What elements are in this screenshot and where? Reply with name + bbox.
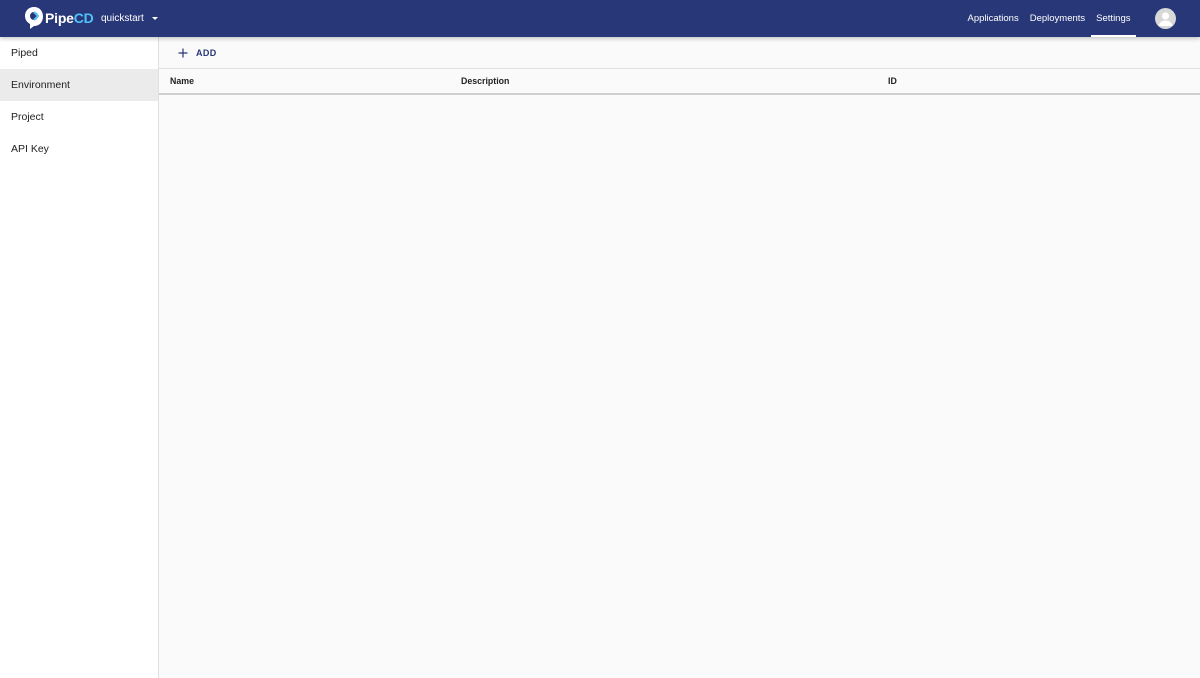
user-avatar[interactable] bbox=[1155, 8, 1176, 29]
settings-sidebar: Piped Environment Project API Key bbox=[0, 37, 159, 678]
top-app-bar: PipeCD quickstart Applications Deploymen… bbox=[0, 0, 1200, 37]
user-icon bbox=[1158, 12, 1173, 26]
project-name: quickstart bbox=[101, 13, 144, 24]
nav-deployments[interactable]: Deployments bbox=[1024, 0, 1090, 37]
plus-icon bbox=[178, 48, 188, 58]
nav-applications[interactable]: Applications bbox=[962, 0, 1024, 37]
main-nav: Applications Deployments Settings bbox=[962, 0, 1137, 37]
logo-text: PipeCD bbox=[45, 10, 94, 26]
sidebar-item-api-key[interactable]: API Key bbox=[0, 133, 158, 165]
sidebar-item-project[interactable]: Project bbox=[0, 101, 158, 133]
main-content: ADD Name Description ID bbox=[159, 37, 1200, 678]
add-button-label: ADD bbox=[196, 47, 217, 58]
column-header-name: Name bbox=[170, 76, 194, 86]
toolbar: ADD bbox=[159, 37, 1200, 69]
column-header-id: ID bbox=[888, 76, 897, 86]
pipecd-logo[interactable]: PipeCD bbox=[24, 6, 94, 30]
chevron-down-icon bbox=[151, 17, 158, 20]
project-selector[interactable]: quickstart bbox=[101, 0, 158, 37]
add-button[interactable]: ADD bbox=[178, 48, 217, 58]
column-header-description: Description bbox=[461, 76, 510, 86]
table-header: Name Description ID bbox=[159, 69, 1200, 95]
nav-settings[interactable]: Settings bbox=[1090, 0, 1137, 37]
pipecd-logo-icon bbox=[24, 6, 44, 30]
sidebar-item-environment[interactable]: Environment bbox=[0, 69, 158, 101]
sidebar-item-piped[interactable]: Piped bbox=[0, 37, 158, 69]
